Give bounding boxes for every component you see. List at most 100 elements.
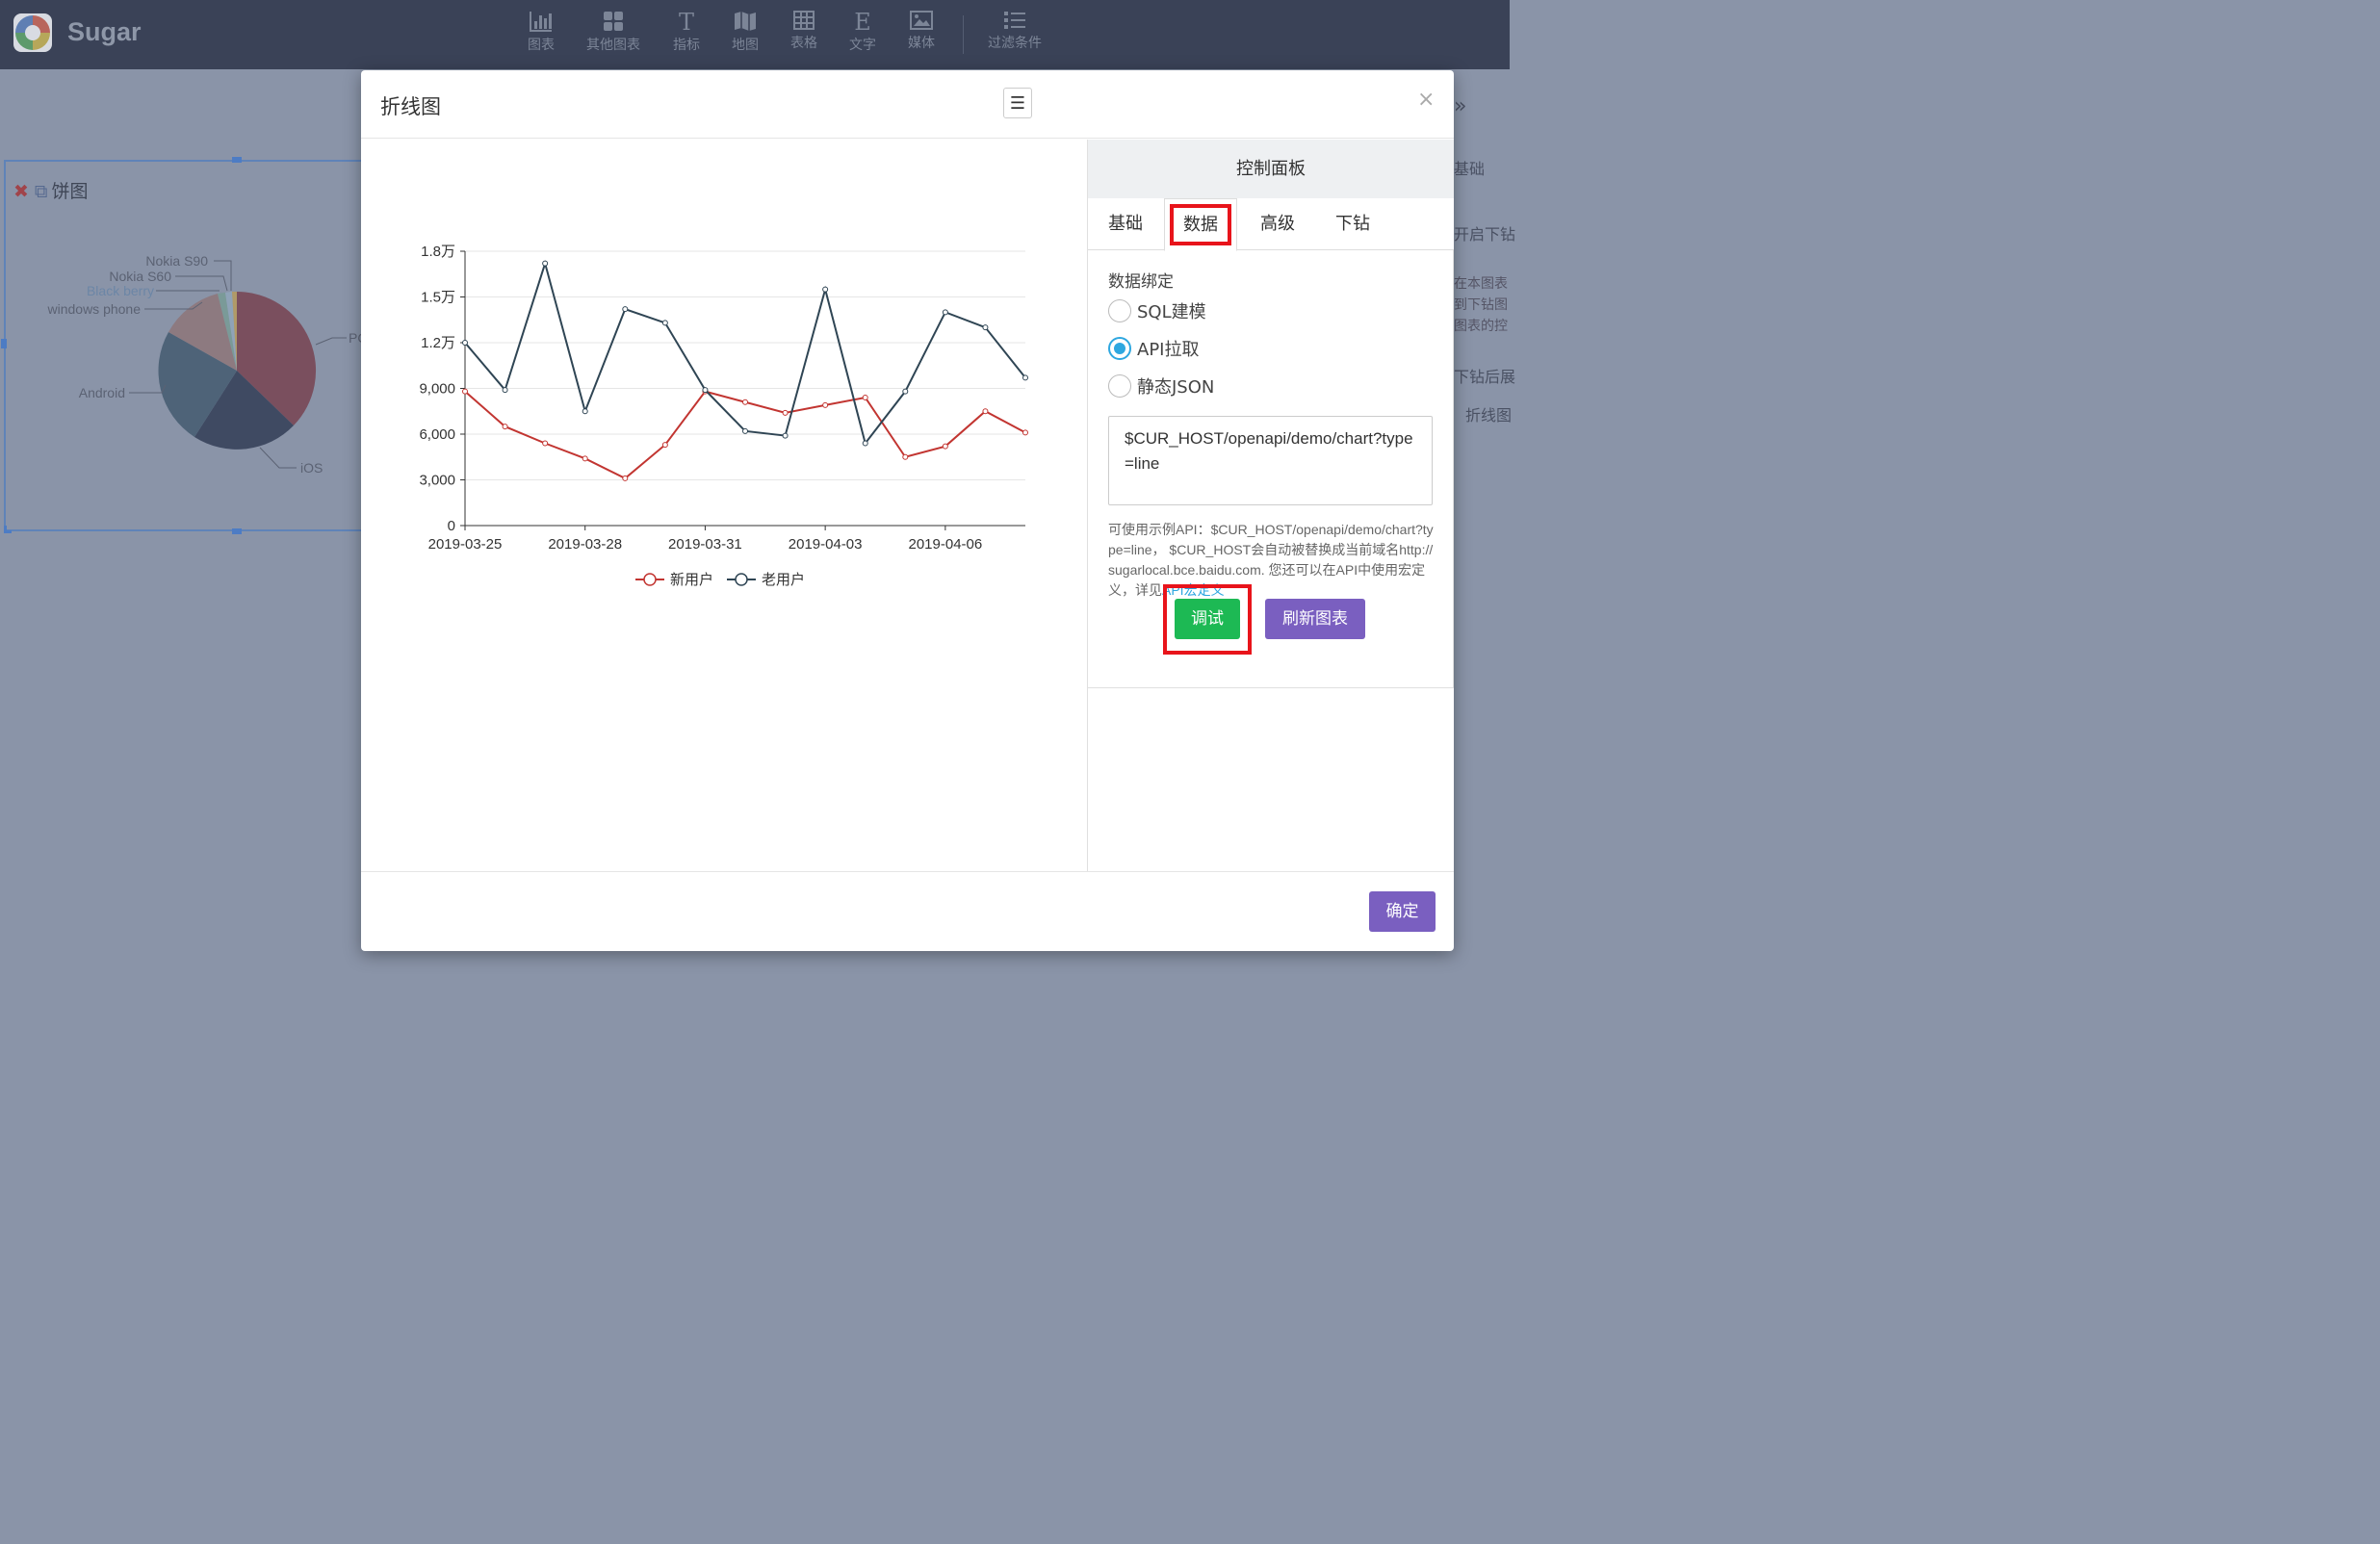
control-panel-title: 控制面板 (1088, 140, 1454, 198)
y-tick-label: 3,000 (419, 473, 455, 489)
svg-text:E: E (854, 10, 871, 33)
text-t-icon: T (679, 10, 694, 33)
data-point (1022, 374, 1028, 381)
toolbar-metric[interactable]: T 指标 (653, 10, 720, 54)
chevron-right-icon: » (1454, 94, 1467, 118)
chart-area: 0 3,000 6,000 9,000 1.2万 1.5万 1.8万 2019-03-25 20… (361, 140, 1087, 871)
pie-label-android: Android (79, 385, 125, 400)
resize-handle-top[interactable] (232, 157, 242, 163)
pie-label-nokia-s60: Nokia S60 (109, 269, 171, 284)
toolbar-media[interactable]: 媒体 (888, 10, 955, 52)
background-right-panel: » 基础 开启下钻 在本图表 到下钻图 图表的控 下钻后展 折线图 (1454, 94, 1516, 425)
pie-label-windows-phone: windows phone (46, 301, 141, 317)
toolbar-other-charts[interactable]: 其他图表 (580, 10, 647, 54)
radio-api[interactable]: API拉取 (1108, 336, 1199, 361)
data-point (822, 286, 829, 293)
pie-label-ios: iOS (300, 460, 323, 476)
data-point (622, 475, 629, 481)
toolbar-filters[interactable]: 过滤条件 (981, 10, 1048, 52)
modal-footer: 确定 (361, 871, 1454, 951)
top-navbar: Sugar 图表 其他图表 T 指标 地图 表格 E 文字 媒体 过滤条件 (0, 0, 1510, 69)
data-point (902, 388, 909, 395)
radio-json[interactable]: 静态JSON (1108, 373, 1214, 399)
toolbar-table[interactable]: 表格 (770, 10, 838, 52)
data-point (502, 387, 508, 394)
data-point (982, 408, 989, 415)
toolbar-map[interactable]: 地图 (711, 10, 779, 54)
tab-basic[interactable]: 基础 (1088, 198, 1163, 250)
control-panel: 控制面板 基础 数据 高级 下钻 数据绑定 SQL建模 API拉取 静态JSON… (1087, 140, 1454, 871)
toolbar-divider (963, 15, 964, 54)
data-point (542, 440, 549, 447)
x-tick-label: 2019-04-06 (908, 536, 982, 553)
menu-icon: ☰ (1009, 92, 1026, 114)
y-tick-label: 1.8万 (421, 244, 455, 260)
data-point (942, 443, 948, 450)
line-chart-modal: 折线图 ☰ × 0 3,000 6,000 9,000 1.2万 1.5万 1.8万 2019… (361, 70, 1454, 951)
legend-item-old-users[interactable]: 老用户 (727, 569, 805, 589)
data-point (742, 427, 748, 434)
resize-handle-corner[interactable] (4, 526, 12, 533)
y-tick-label: 1.2万 (421, 335, 455, 351)
toolbar-text[interactable]: E 文字 (829, 10, 896, 54)
list-icon (1004, 12, 1025, 29)
map-icon (735, 12, 756, 31)
tab-drilldown[interactable]: 下钻 (1315, 198, 1390, 250)
sugar-logo (13, 13, 52, 52)
x-tick-label: 2019-04-03 (789, 536, 863, 553)
api-help-text: 可使用示例API：$CUR_HOST/openapi/demo/chart?ty… (1108, 522, 1434, 598)
panel-tabs: 基础 数据 高级 下钻 (1088, 198, 1454, 251)
delete-icon[interactable]: ✖ (13, 181, 29, 202)
data-point (661, 442, 668, 449)
resize-handle-bottom[interactable] (232, 528, 242, 534)
bar-chart-icon (530, 12, 552, 32)
data-point (942, 309, 948, 316)
radio-sql[interactable]: SQL建模 (1108, 298, 1206, 323)
line-chart: 0 3,000 6,000 9,000 1.2万 1.5万 1.8万 2019-03-25 20… (419, 244, 1028, 553)
refresh-chart-button[interactable]: 刷新图表 (1265, 599, 1365, 639)
data-point (822, 401, 829, 408)
data-point (582, 408, 588, 415)
highlight-data-tab (1170, 204, 1231, 245)
y-tick-label: 1.5万 (421, 290, 455, 306)
data-point (982, 324, 989, 331)
data-binding-section: 数据绑定 SQL建模 API拉取 静态JSON $CUR_HOST/openap… (1088, 250, 1454, 688)
background-pie-chart: Nokia S90 Nokia S60 Black berry windows … (46, 253, 367, 476)
menu-button[interactable]: ☰ (1003, 88, 1032, 118)
pie-widget-title: ✖ ⧉ 饼图 (13, 181, 89, 202)
data-point (702, 387, 709, 394)
data-point (462, 340, 468, 346)
app-name: Sugar (67, 17, 142, 46)
text-e-icon: E (854, 10, 871, 33)
data-point (542, 260, 549, 267)
api-url-textarea[interactable]: $CUR_HOST/openapi/demo/chart?type=line (1108, 416, 1433, 505)
tab-advanced[interactable]: 高级 (1240, 198, 1315, 250)
pie-label-blackberry: Black berry (87, 283, 154, 298)
data-point (1022, 429, 1028, 436)
confirm-button[interactable]: 确定 (1369, 891, 1436, 932)
svg-text:T: T (679, 10, 694, 33)
data-point (862, 395, 868, 400)
copy-icon[interactable]: ⧉ (35, 181, 48, 202)
section-title: 数据绑定 (1108, 272, 1174, 292)
close-button[interactable]: × (1417, 88, 1435, 112)
y-tick-label: 9,000 (419, 381, 455, 398)
data-point (862, 440, 868, 447)
x-tick-label: 2019-03-31 (668, 536, 742, 553)
data-point (742, 399, 748, 405)
y-tick-label: 0 (448, 518, 455, 534)
data-point (782, 409, 789, 416)
chart-legend: 新用户 老用户 (635, 569, 818, 589)
data-point (622, 306, 629, 313)
toolbar-chart[interactable]: 图表 (507, 10, 575, 54)
x-tick-label: 2019-03-25 (428, 536, 503, 553)
legend-item-new-users[interactable]: 新用户 (635, 569, 713, 589)
data-point (462, 388, 468, 395)
x-tick-label: 2019-03-28 (548, 536, 622, 553)
series-line-1 (464, 260, 1026, 446)
modal-title: 折线图 (380, 95, 441, 118)
data-point (661, 320, 668, 326)
y-tick-label: 6,000 (419, 426, 455, 443)
table-icon (793, 11, 815, 30)
modal-header: 折线图 ☰ × (361, 70, 1454, 139)
